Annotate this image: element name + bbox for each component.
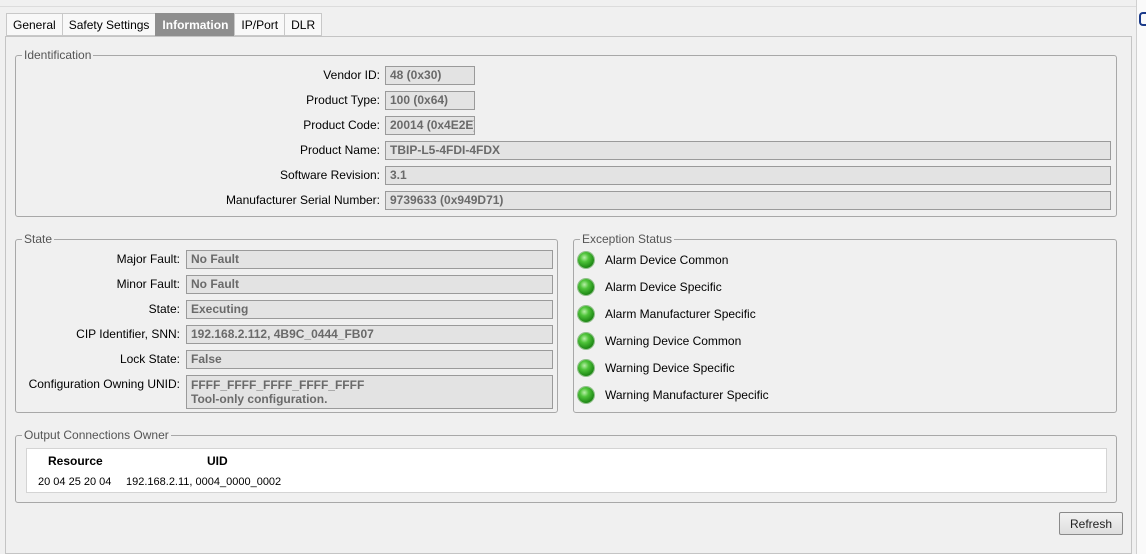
state-label: State: [148, 302, 180, 316]
owning-unid-field: FFFF_FFFF_FFFF_FFFF_FFFF Tool-only confi… [186, 375, 553, 409]
green-status-led-icon [578, 279, 594, 295]
serial-number-field: 9739633 (0x949D71) [385, 191, 1111, 210]
state-group: State Major Fault: No Fault Minor Fault:… [15, 231, 558, 413]
identification-legend: Identification [22, 47, 94, 63]
owning-unid-value: FFFF_FFFF_FFFF_FFFF_FFFF [191, 378, 365, 392]
exception-label: Warning Manufacturer Specific [605, 388, 769, 402]
identification-group: Identification Vendor ID: 48 (0x30) Prod… [15, 47, 1117, 217]
minor-fault-field: No Fault [186, 275, 553, 294]
state-field: Executing [186, 300, 553, 319]
cell-resource[interactable]: 20 04 25 20 04 [38, 476, 111, 488]
product-type-row: Product Type: 100 (0x64) [16, 91, 1116, 110]
window-edge-icon [1139, 12, 1146, 26]
product-name-row: Product Name: TBIP-L5-4FDI-4FDX [16, 141, 1116, 160]
state-legend: State [22, 231, 55, 247]
information-panel: Identification Vendor ID: 48 (0x30) Prod… [5, 36, 1132, 554]
product-name-field: TBIP-L5-4FDI-4FDX [385, 141, 1111, 160]
exception-status-group: Exception Status Alarm Device Common Ala… [573, 231, 1117, 413]
green-status-led-icon [578, 252, 594, 268]
green-status-led-icon [578, 360, 594, 376]
tab-ip-port[interactable]: IP/Port [234, 13, 285, 36]
vendor-id-label: Vendor ID: [323, 68, 380, 82]
green-status-led-icon [578, 387, 594, 403]
owning-unid-row: Configuration Owning UNID: FFFF_FFFF_FFF… [16, 375, 557, 409]
lock-state-field: False [186, 350, 553, 369]
major-fault-field: No Fault [186, 250, 553, 269]
column-header-resource[interactable]: Resource [48, 454, 103, 468]
lock-state-label: Lock State: [119, 352, 180, 366]
green-status-led-icon [578, 306, 594, 322]
product-type-field: 100 (0x64) [385, 91, 475, 110]
product-code-label: Product Code: [303, 118, 380, 132]
serial-number-row: Manufacturer Serial Number: 9739633 (0x9… [16, 191, 1116, 210]
product-code-field: 20014 (0x4E2E) [385, 116, 475, 135]
tab-safety-settings[interactable]: Safety Settings [61, 13, 156, 36]
cip-identifier-row: CIP Identifier, SNN: 192.168.2.112, 4B9C… [16, 325, 557, 344]
tab-information[interactable]: Information [155, 13, 235, 36]
column-header-uid[interactable]: UID [207, 454, 228, 468]
vendor-id-row: Vendor ID: 48 (0x30) [16, 66, 1116, 85]
minor-fault-row: Minor Fault: No Fault [16, 275, 557, 294]
exception-label: Warning Device Specific [605, 361, 735, 375]
exception-label: Alarm Device Common [605, 253, 729, 267]
minor-fault-label: Minor Fault: [116, 277, 180, 291]
software-revision-label: Software Revision: [279, 168, 380, 182]
exception-label: Alarm Device Specific [605, 280, 722, 294]
major-fault-label: Major Fault: [116, 252, 180, 266]
software-revision-row: Software Revision: 3.1 [16, 166, 1116, 185]
owning-unid-label: Configuration Owning UNID: [28, 377, 180, 391]
exception-label: Alarm Manufacturer Specific [605, 307, 756, 321]
software-revision-field: 3.1 [385, 166, 1111, 185]
tab-bar: General Safety Settings Information IP/P… [6, 13, 323, 36]
vendor-id-field: 48 (0x30) [385, 66, 475, 85]
refresh-button[interactable]: Refresh [1059, 512, 1123, 535]
lock-state-row: Lock State: False [16, 350, 557, 369]
output-connections-table[interactable]: Resource UID 20 04 25 20 04 192.168.2.11… [26, 448, 1107, 493]
tab-general[interactable]: General [6, 13, 62, 36]
tab-dlr[interactable]: DLR [284, 13, 323, 36]
window-right-edge [1136, 0, 1146, 554]
exception-label: Warning Device Common [605, 334, 742, 348]
product-code-row: Product Code: 20014 (0x4E2E) [16, 116, 1116, 135]
cip-identifier-field: 192.168.2.112, 4B9C_0444_FB07 [186, 325, 553, 344]
serial-number-label: Manufacturer Serial Number: [225, 193, 380, 207]
major-fault-row: Major Fault: No Fault [16, 250, 557, 269]
state-row: State: Executing [16, 300, 557, 319]
product-type-label: Product Type: [306, 93, 380, 107]
green-status-led-icon [578, 333, 594, 349]
cell-uid[interactable]: 192.168.2.11, 0004_0000_0002 [126, 476, 281, 488]
product-name-label: Product Name: [299, 143, 380, 157]
owning-unid-note: Tool-only configuration. [191, 392, 328, 406]
output-connections-legend: Output Connections Owner [22, 427, 171, 443]
cip-identifier-label: CIP Identifier, SNN: [76, 327, 180, 341]
exception-status-legend: Exception Status [580, 231, 675, 247]
window-top-edge [0, 6, 1136, 7]
output-connections-group: Output Connections Owner Resource UID 20… [15, 427, 1117, 503]
